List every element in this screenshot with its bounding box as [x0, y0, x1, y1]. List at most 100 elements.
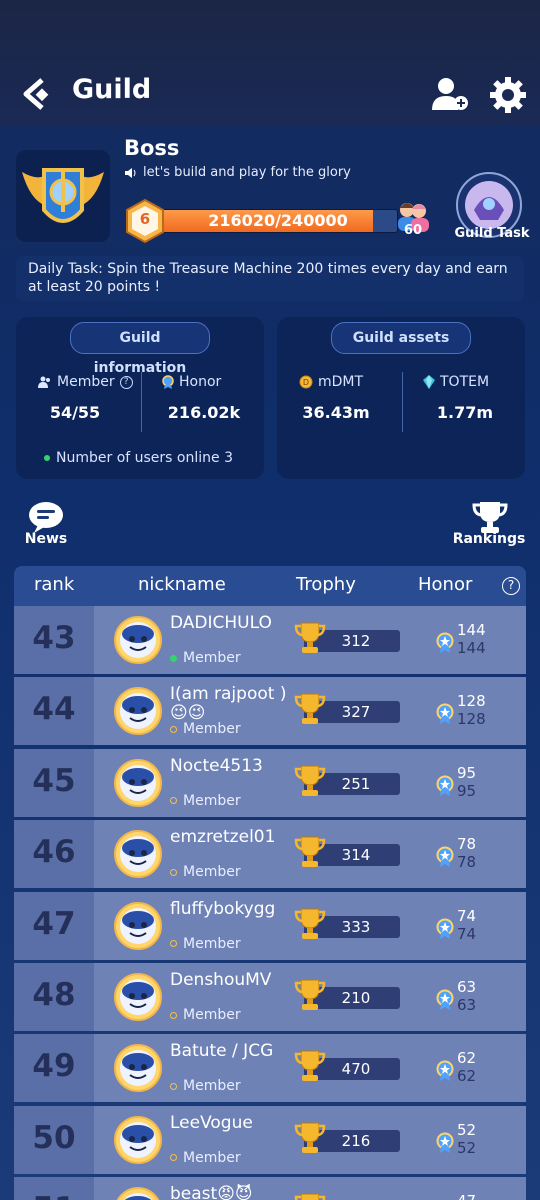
gear-icon[interactable]: [489, 76, 527, 114]
row-nickname: DenshouMV: [170, 970, 272, 990]
mdmt-value: 36.43m: [302, 403, 370, 422]
help-icon[interactable]: ?: [502, 577, 520, 595]
avatar-face-icon: [123, 1193, 153, 1200]
top-bar: Guild: [0, 0, 540, 125]
table-row[interactable]: 43 DADICHULO Member 312 144 144: [14, 606, 526, 674]
column-honor: Honor: [418, 574, 473, 595]
guild-task-label: Guild Task: [454, 226, 530, 241]
status-dot-icon: [170, 725, 177, 733]
online-dot-icon: [44, 455, 50, 461]
guild-name: Boss: [124, 136, 180, 160]
row-honor-secondary: 128: [457, 710, 486, 729]
avatar[interactable]: [114, 1115, 162, 1164]
divider: [402, 372, 403, 432]
row-rank: 51: [14, 1191, 94, 1200]
member-icon: [38, 376, 50, 388]
row-honor: 78: [457, 835, 477, 854]
avatar-face-icon: [120, 764, 156, 801]
row-role-text: Member: [183, 792, 241, 809]
row-role-text: Member: [183, 1078, 241, 1095]
row-role-text: Member: [183, 935, 241, 952]
table-row[interactable]: 51beast😡😈Member47: [14, 1177, 526, 1200]
totem-value: 1.77m: [436, 403, 494, 422]
guild-information-panel: Guild information Member ? 54/55 Honor 2…: [16, 317, 264, 479]
divider: [141, 372, 142, 432]
avatar[interactable]: [114, 901, 162, 950]
table-row[interactable]: 50 LeeVogue Member 216 52 52: [14, 1105, 526, 1174]
gold-trophy-icon: [294, 1122, 326, 1153]
member-ranking-table: rank nickname Trophy Honor ? 43 DADICHULO…: [14, 566, 526, 1200]
row-honor: 62: [457, 1049, 477, 1068]
add-user-icon[interactable]: [430, 76, 470, 112]
totem-gem-icon: [423, 375, 435, 389]
online-users-row: Number of users online 3: [44, 450, 233, 466]
honor-medal-icon: [436, 918, 454, 939]
news-label[interactable]: News: [16, 531, 76, 547]
row-trophy: 312: [341, 632, 371, 650]
avatar[interactable]: [114, 1044, 162, 1093]
avatar[interactable]: [114, 830, 162, 879]
row-honor: 144: [457, 621, 486, 639]
status-dot-icon: [170, 797, 177, 805]
status-dot-icon: [170, 654, 177, 662]
row-role: Member: [170, 1150, 241, 1166]
row-trophy: 216: [341, 1131, 371, 1150]
avatar[interactable]: [114, 973, 162, 1021]
row-role: Member: [170, 864, 241, 880]
table-row[interactable]: 47 fluffybokygg Member 333 74 74: [14, 891, 526, 960]
gold-trophy-icon: [294, 622, 326, 653]
totem-label: TOTEM: [440, 374, 490, 390]
row-honor: 128: [457, 692, 486, 711]
gold-trophy-icon: [294, 979, 326, 1010]
row-nickname: beast😡😈: [170, 1184, 253, 1200]
status-dot-icon: [170, 1082, 177, 1090]
row-role: Member: [170, 650, 241, 666]
avatar-face-icon: [120, 1121, 156, 1158]
row-honor-secondary: 78: [457, 853, 477, 872]
avatar-face-icon: [120, 622, 156, 658]
avatar[interactable]: [114, 758, 162, 807]
row-role: Member: [170, 721, 241, 737]
member-help-icon[interactable]: ?: [119, 375, 133, 389]
row-trophy: 251: [341, 774, 371, 793]
gold-trophy-icon: [294, 765, 326, 796]
speaker-icon: [125, 167, 136, 178]
row-rank: 45: [32, 762, 76, 799]
gold-trophy-icon: [294, 1193, 326, 1200]
avatar[interactable]: [114, 1187, 162, 1200]
back-icon[interactable]: [22, 76, 58, 112]
row-honor-secondary: 62: [457, 1067, 477, 1086]
table-row[interactable]: 49 Batute / JCG Member 470 62 62: [14, 1034, 526, 1103]
row-trophy: 210: [341, 989, 371, 1007]
chat-bubble-icon: [29, 502, 63, 533]
table-row[interactable]: 45 Nocte4513 Member 251 95 95: [14, 748, 526, 817]
table-row[interactable]: 48 DenshouMV Member 210 63 63: [14, 963, 526, 1031]
row-honor: 63: [457, 978, 477, 996]
table-header: rank nickname Trophy Honor ?: [14, 566, 526, 606]
table-row[interactable]: 44 I(am rajpoot )😉😉 Member 327 128 128: [14, 677, 526, 746]
row-rank: 44: [32, 691, 76, 728]
row-trophy: 333: [341, 917, 371, 936]
row-rank: 47: [32, 905, 76, 942]
guild-assets-panel: Guild assets D mDMT 36.43m TOTEM 1.77m: [277, 317, 525, 479]
avatar[interactable]: [114, 687, 162, 736]
row-rank: 46: [32, 834, 76, 871]
avatar-face-icon: [120, 836, 156, 873]
row-trophy: 314: [341, 846, 371, 865]
daily-task-banner: Daily Task: Spin the Treasure Machine 20…: [16, 256, 524, 302]
row-role-text: Member: [183, 1149, 241, 1166]
row-rank: 50: [32, 1119, 76, 1156]
row-nickname: fluffybokygg: [170, 898, 276, 919]
honor-medal-icon: [162, 375, 174, 389]
avatar[interactable]: [114, 616, 162, 664]
honor-stat-label: Honor: [162, 374, 221, 390]
row-role: Member: [170, 936, 241, 952]
status-dot-icon: [170, 1154, 177, 1162]
rankings-label[interactable]: Rankings: [452, 531, 526, 547]
table-row[interactable]: 46 emzretzel01 Member 314 78 78: [14, 820, 526, 889]
row-honor: 52: [457, 1120, 477, 1139]
member-badge-count: 60: [404, 223, 423, 238]
honor-medal-icon: [436, 1132, 454, 1153]
honor-medal-icon: [436, 775, 454, 796]
guild-emblem-icon: [22, 168, 104, 223]
